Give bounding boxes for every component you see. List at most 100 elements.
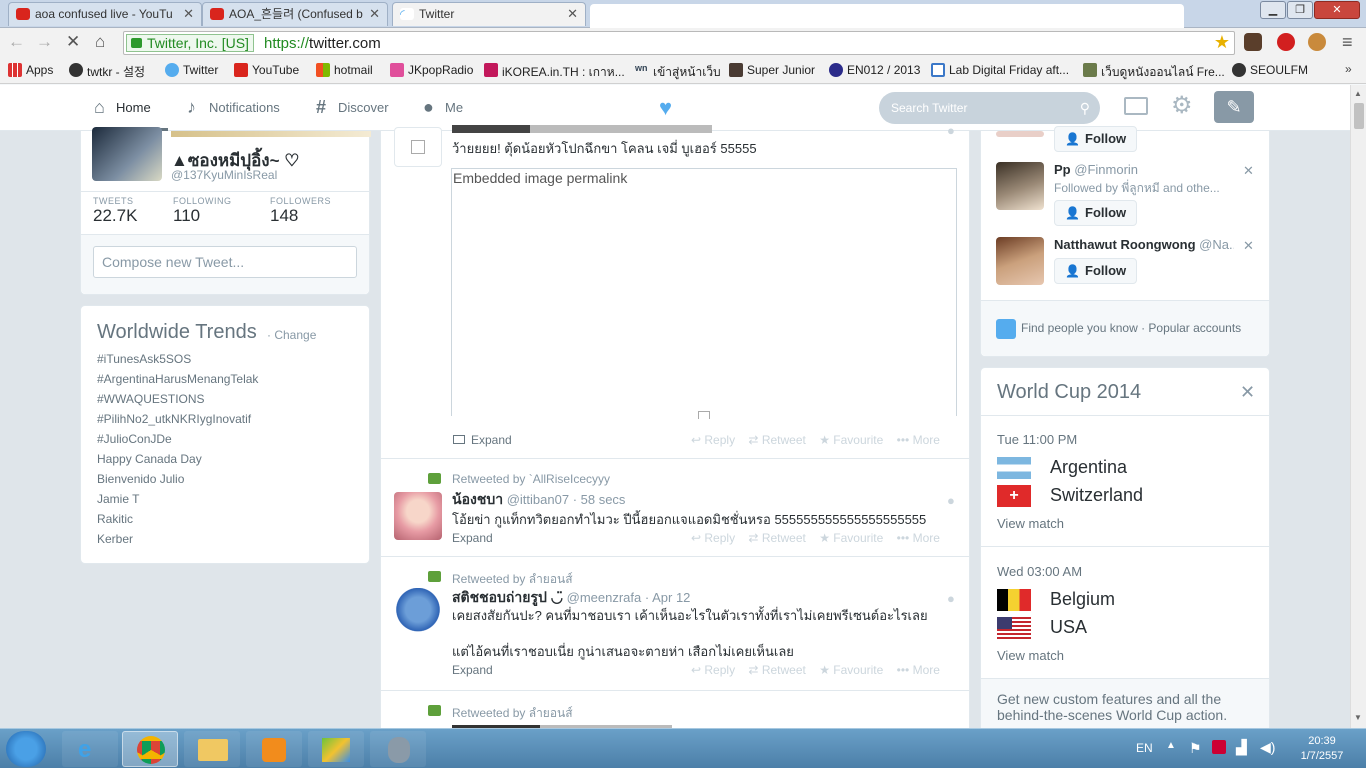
- tab-youtube-aoa[interactable]: aoa confused live - YouTu ✕: [8, 2, 202, 26]
- close-icon[interactable]: ✕: [369, 3, 380, 25]
- compose-tweet-input[interactable]: Compose new Tweet...: [93, 246, 357, 278]
- tweet-author[interactable]: น้องชบา @ittiban07 · 58 secs: [452, 489, 625, 511]
- bear-extension-icon[interactable]: [1308, 33, 1326, 51]
- bookmark-super-junior[interactable]: Super Junior: [729, 63, 815, 77]
- bookmark-youtube[interactable]: YouTube: [234, 63, 299, 77]
- tweet-avatar[interactable]: [394, 588, 442, 636]
- reply-button[interactable]: ↩ Reply: [691, 531, 735, 545]
- embedded-image[interactable]: Embedded image permalink: [451, 168, 957, 419]
- taskbar-app[interactable]: [370, 731, 426, 767]
- trend-item[interactable]: #WWAQUESTIONS: [97, 392, 357, 412]
- profile-handle[interactable]: @137KyuMinIsReal: [171, 168, 277, 182]
- trends-change-link[interactable]: · Change: [267, 328, 316, 342]
- follow-button[interactable]: 👤 Follow: [1054, 258, 1138, 284]
- tweet[interactable]: Retweeted by ลำยอนส์: [381, 691, 969, 728]
- address-bar[interactable]: Twitter, Inc. [US] https://twitter.com ★: [123, 31, 1235, 55]
- trend-item[interactable]: #iTunesAsk5SOS: [97, 352, 357, 372]
- tab-youtube-aoa-confused[interactable]: AOA_흔들려 (Confused b ✕: [202, 2, 388, 26]
- stop-button[interactable]: ✕: [66, 33, 80, 51]
- tweet[interactable]: ● ว้ายยยย! ตุ้ดน้อยหัวโปกฉึกขา โคลน เจมี…: [381, 123, 969, 459]
- close-window-button[interactable]: ✕: [1314, 1, 1360, 19]
- tray-expand-icon[interactable]: ▲: [1166, 740, 1176, 751]
- taskbar-media[interactable]: [246, 731, 302, 767]
- menu-icon[interactable]: ≡: [1342, 32, 1353, 53]
- view-match-link[interactable]: View match: [997, 648, 1064, 663]
- tweet-time[interactable]: · 58 secs: [573, 492, 626, 507]
- trend-item[interactable]: Jamie T: [97, 492, 357, 512]
- trend-item[interactable]: #JulioConJDe: [97, 432, 357, 452]
- retweeted-by[interactable]: Retweeted by `AllRiseIcecyyy: [452, 472, 610, 486]
- messages-icon[interactable]: [1124, 97, 1148, 115]
- bookmark-hotmail[interactable]: hotmail: [316, 63, 373, 77]
- tray-app-icon[interactable]: [1212, 740, 1226, 754]
- retweet-button[interactable]: ⇄ Retweet: [748, 663, 805, 677]
- new-tab-area[interactable]: [590, 4, 1184, 28]
- bookmark-thai-login[interactable]: wn เข้าสู่หน้าเว็บ: [635, 63, 721, 82]
- language-indicator[interactable]: EN: [1136, 741, 1153, 755]
- minimize-button[interactable]: ▁: [1260, 1, 1286, 19]
- expand-link[interactable]: Expand: [453, 433, 512, 447]
- bookmark-jkpopradio[interactable]: JKpopRadio: [390, 63, 473, 77]
- search-icon[interactable]: ⚲: [1080, 92, 1090, 124]
- trend-item[interactable]: Bienvenido Julio: [97, 472, 357, 492]
- scroll-down-icon[interactable]: ▼: [1354, 713, 1362, 722]
- twitter-bird-logo[interactable]: ♥: [659, 95, 672, 121]
- follow-avatar[interactable]: [996, 162, 1044, 210]
- more-button[interactable]: ••• More: [897, 531, 940, 545]
- profile-avatar[interactable]: [92, 127, 162, 181]
- trend-item[interactable]: #PilihNo2_utkNKRIygInovatif: [97, 412, 357, 432]
- favorite-button[interactable]: ★ Favourite: [819, 433, 883, 447]
- reply-button[interactable]: ↩ Reply: [691, 433, 735, 447]
- taskbar-explorer[interactable]: [184, 731, 240, 767]
- favorite-button[interactable]: ★ Favourite: [819, 663, 883, 677]
- more-button[interactable]: ••• More: [897, 433, 940, 447]
- promo-text[interactable]: Get new custom features and all the behi…: [997, 691, 1257, 723]
- retweet-button[interactable]: ⇄ Retweet: [748, 433, 805, 447]
- compose-tweet-button[interactable]: ✎: [1214, 91, 1254, 123]
- broken-image-avatar[interactable]: [394, 127, 442, 167]
- popular-accounts-link[interactable]: · Popular accounts: [1141, 321, 1241, 335]
- follow-person-header[interactable]: Natthawut Roongwong @Na...: [1054, 237, 1234, 252]
- taskbar-chrome[interactable]: [122, 731, 178, 767]
- find-people-link[interactable]: Find people you know: [1021, 321, 1138, 335]
- extension-icon[interactable]: [1277, 33, 1295, 51]
- expand-link[interactable]: Expand: [452, 663, 493, 677]
- follow-button[interactable]: 👤 Follow: [1054, 126, 1138, 152]
- tweet-avatar[interactable]: [394, 492, 442, 540]
- maximize-button[interactable]: ❐: [1287, 1, 1313, 19]
- reply-button[interactable]: ↩ Reply: [691, 663, 735, 677]
- follow-button[interactable]: 👤 Follow: [1054, 200, 1138, 226]
- more-button[interactable]: ••• More: [897, 663, 940, 677]
- stat-following[interactable]: FOLLOWING 110: [173, 196, 232, 226]
- trend-item[interactable]: Kerber: [97, 532, 357, 552]
- stat-tweets[interactable]: TWEETS 22.7K: [93, 196, 137, 226]
- tweet[interactable]: Retweeted by `AllRiseIcecyyy น้องชบา @it…: [381, 459, 969, 557]
- close-icon[interactable]: ✕: [183, 3, 194, 25]
- follow-avatar[interactable]: [996, 237, 1044, 285]
- nav-discover[interactable]: # Discover: [316, 85, 389, 131]
- scroll-up-icon[interactable]: ▲: [1354, 89, 1362, 98]
- search-input[interactable]: Search Twitter ⚲: [879, 92, 1100, 124]
- nav-notifications[interactable]: ♪ Notifications: [187, 85, 280, 131]
- tab-twitter[interactable]: ◜ Twitter ✕: [392, 2, 586, 26]
- dismiss-icon[interactable]: ✕: [1243, 238, 1254, 254]
- forward-button[interactable]: →: [36, 33, 53, 51]
- bookmark-star-icon[interactable]: ★: [1214, 32, 1230, 53]
- favorite-button[interactable]: ★ Favourite: [819, 531, 883, 545]
- bookmark-lab-digital[interactable]: Lab Digital Friday aft...: [931, 63, 1069, 77]
- taskbar-internet-explorer[interactable]: e: [62, 731, 118, 767]
- taskbar-bluestacks[interactable]: [308, 731, 364, 767]
- system-clock[interactable]: 20:39 1/7/2557: [1290, 734, 1354, 764]
- network-icon[interactable]: ▟: [1236, 739, 1247, 756]
- back-button[interactable]: ←: [8, 33, 25, 51]
- bookmark-seoulfm[interactable]: SEOULFM: [1232, 63, 1308, 77]
- trend-item[interactable]: Happy Canada Day: [97, 452, 357, 472]
- volume-icon[interactable]: ◀): [1260, 739, 1275, 756]
- home-button[interactable]: ⌂: [95, 33, 105, 51]
- expand-link[interactable]: Expand: [452, 531, 493, 545]
- follow-person-header[interactable]: Pp @Finmorin: [1054, 162, 1138, 177]
- close-icon[interactable]: ✕: [1240, 382, 1255, 403]
- instagram-extension-icon[interactable]: [1244, 33, 1262, 51]
- dismiss-icon[interactable]: ✕: [1243, 163, 1254, 179]
- nav-home[interactable]: ⌂ Home: [94, 85, 168, 131]
